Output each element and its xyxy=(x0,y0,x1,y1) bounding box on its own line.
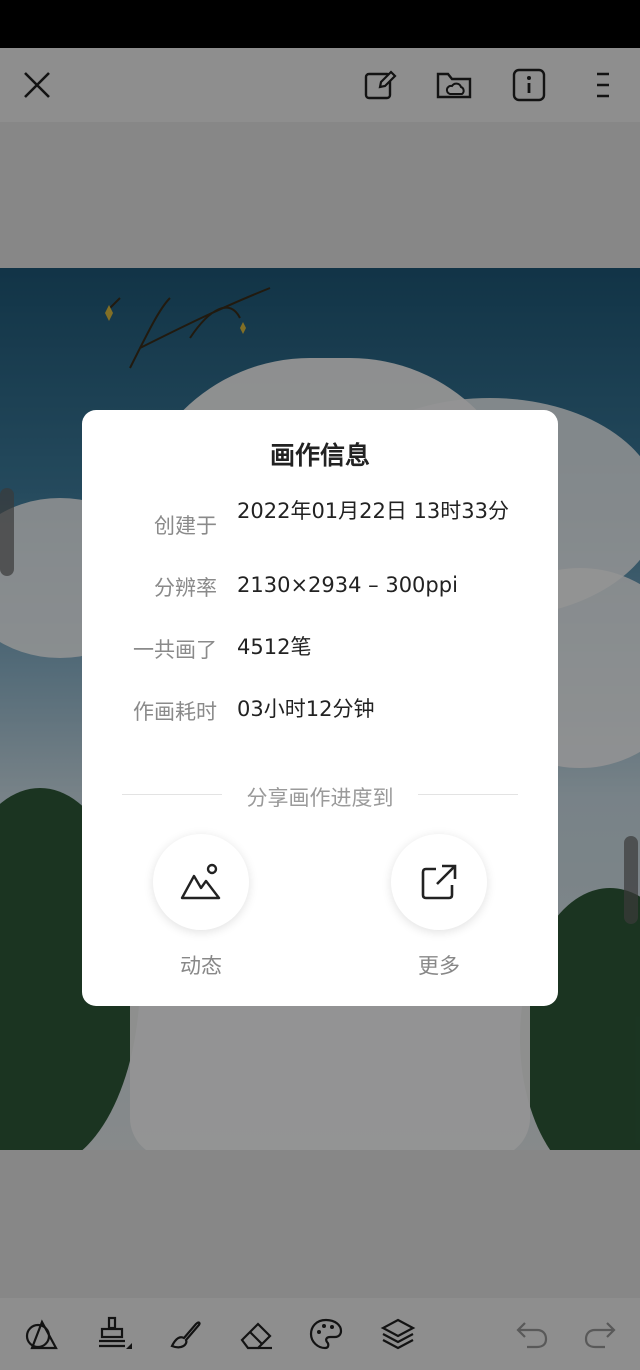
dialog-title: 画作信息 xyxy=(269,441,370,470)
info-label: 分辨率 xyxy=(154,576,217,600)
share-divider: 分享画作进度到 xyxy=(122,782,518,812)
share-more-label: 更多 xyxy=(418,954,460,978)
share-feed-button[interactable] xyxy=(153,834,249,930)
info-label: 创建于 xyxy=(154,514,217,538)
external-link-icon xyxy=(421,864,457,900)
image-icon xyxy=(180,863,221,900)
info-value: 4512笔 xyxy=(237,635,312,659)
share-feed-label: 动态 xyxy=(180,954,222,978)
info-label: 作画耗时 xyxy=(133,700,217,724)
share-more-button[interactable] xyxy=(391,834,487,930)
artwork-info-dialog: 画作信息 创建于 2022年01月22日 13时33分 分辨率 2130×293… xyxy=(82,410,558,1006)
info-value: 2022年01月22日 13时33分 xyxy=(237,499,510,523)
left-scroll-handle[interactable] xyxy=(0,488,14,576)
right-scroll-handle[interactable] xyxy=(624,836,638,924)
info-label: 一共画了 xyxy=(133,638,217,662)
status-bar xyxy=(0,0,640,48)
info-value: 03小时12分钟 xyxy=(237,697,375,721)
share-heading: 分享画作进度到 xyxy=(246,786,394,810)
info-value: 2130×2934 – 300ppi xyxy=(237,573,458,597)
